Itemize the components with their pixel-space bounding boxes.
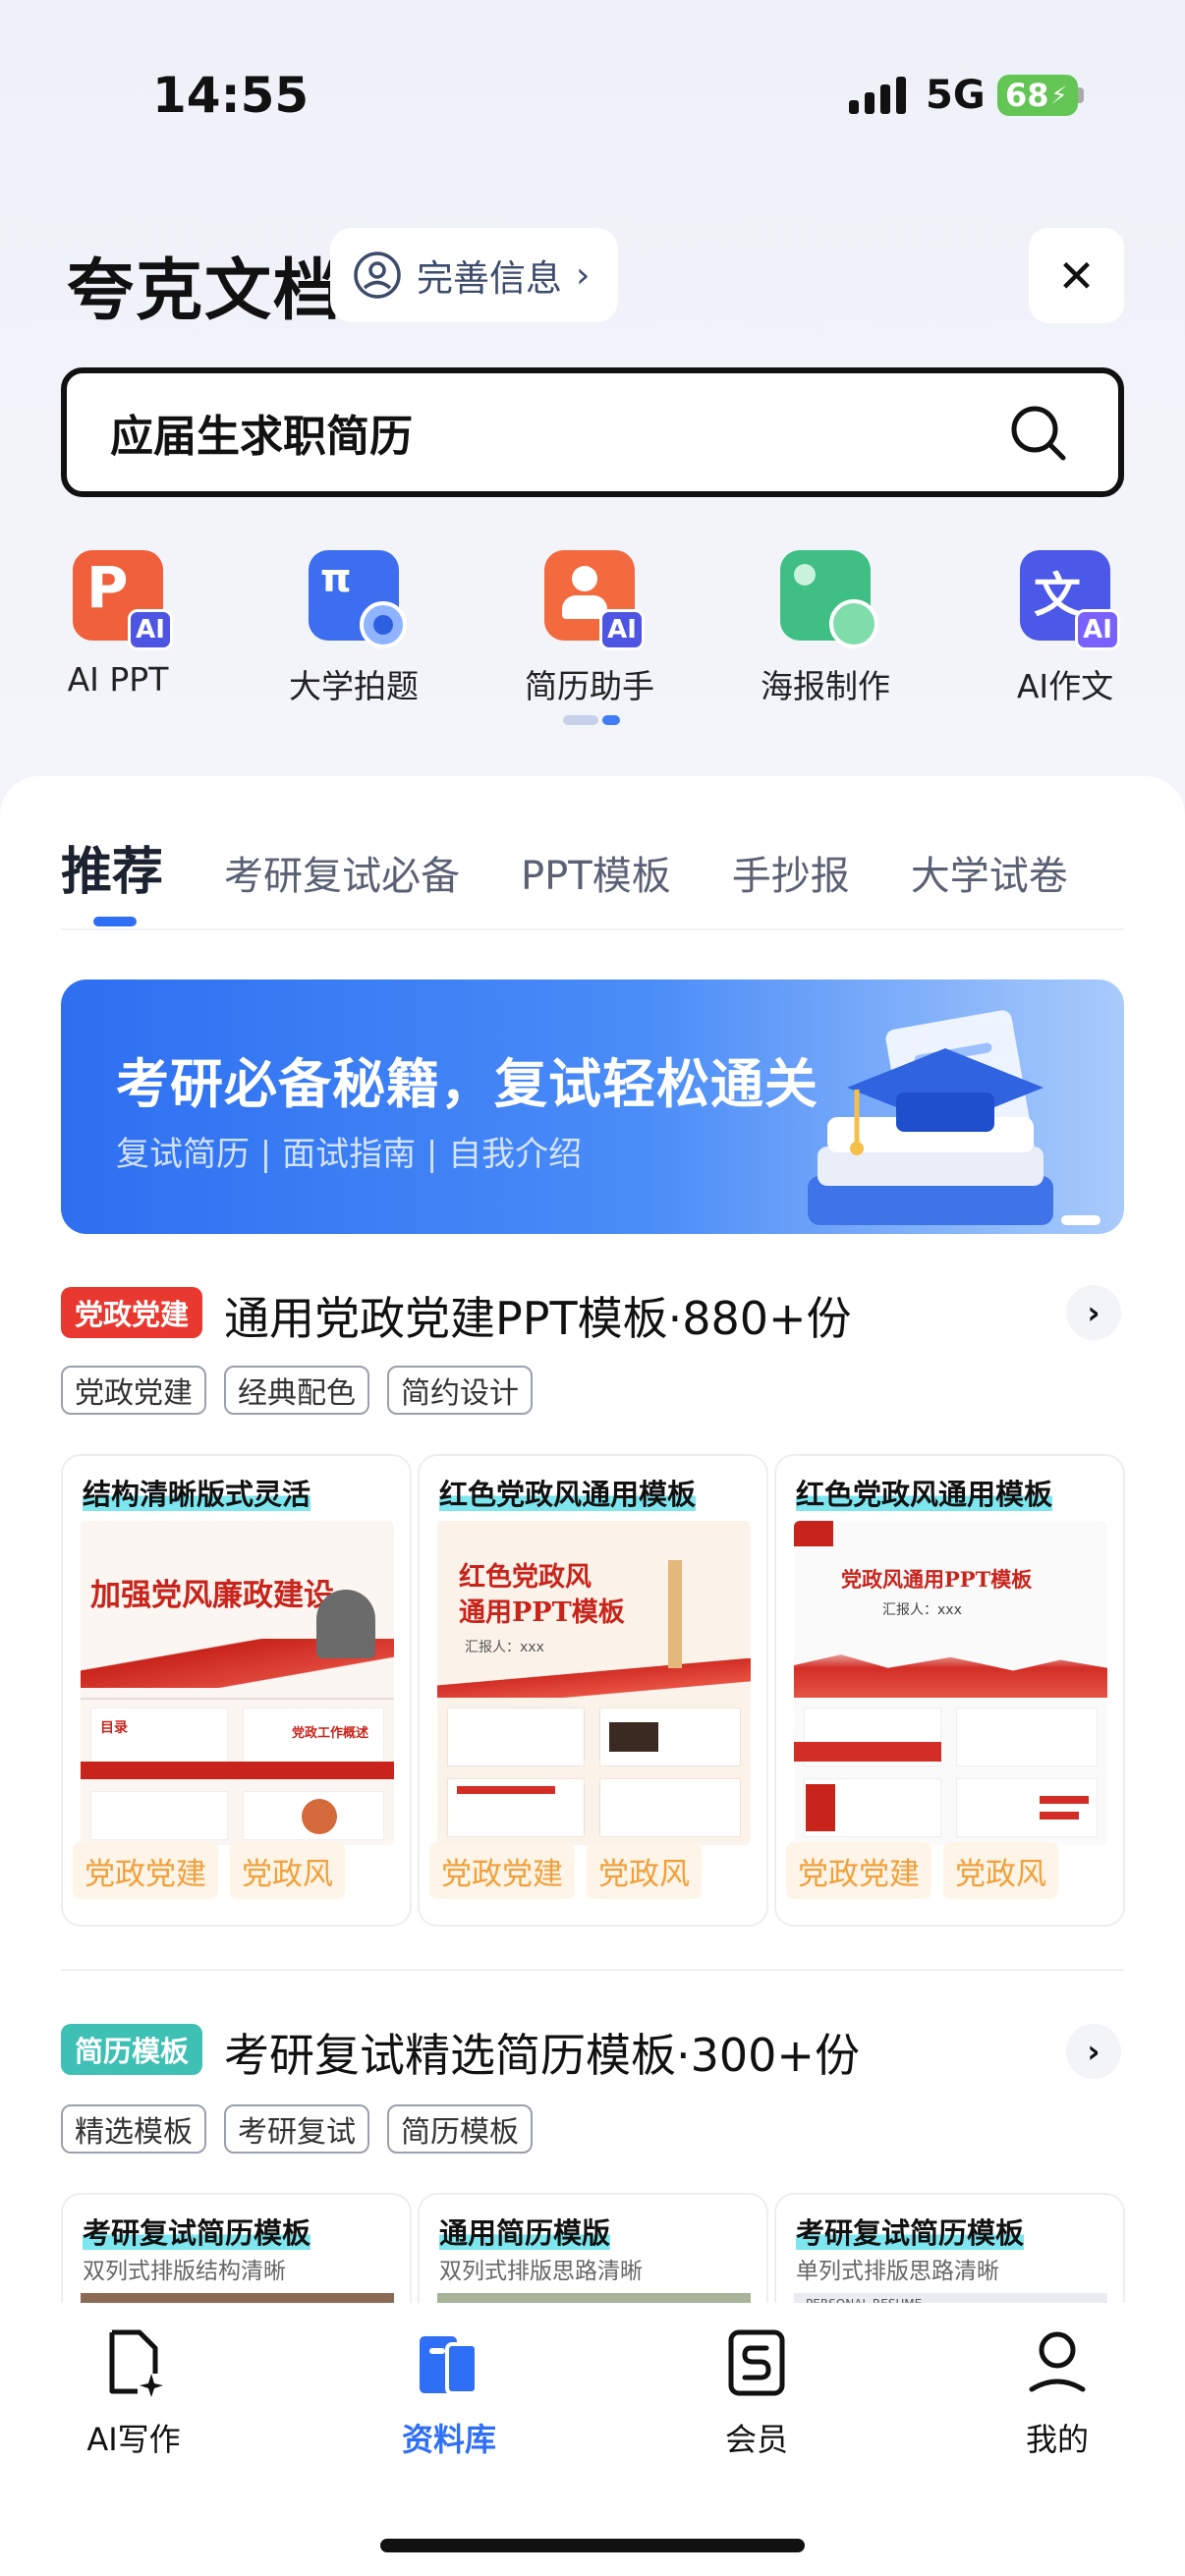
template-subtitle: 双列式排版思路清晰 (439, 2259, 643, 2284)
template-tag: 党政党建 (429, 1842, 575, 1899)
section-more-button[interactable]: › (1066, 1285, 1121, 1340)
template-title: 考研复试简历模板 (83, 2216, 311, 2250)
complete-profile-button[interactable]: 完善信息 › (330, 228, 618, 322)
poster-icon (780, 550, 878, 648)
template-thumbnail: 党政风通用PPT模板 汇报人：xxx (794, 1521, 1107, 1845)
template-title: 红色党政风通用模板 (796, 1478, 1053, 1511)
nav-label: 会员 (724, 2421, 788, 2458)
nav-label: AI写作 (86, 2421, 181, 2458)
template-tag: 党政风 (943, 1842, 1058, 1899)
template-title: 通用简历模版 (439, 2216, 611, 2250)
nav-ai-write[interactable]: AI写作 (45, 2328, 222, 2460)
tool-ai-ppt[interactable]: P AI AI PPT (20, 550, 216, 699)
complete-profile-label: 完善信息 (417, 257, 562, 300)
search-icon[interactable] (1008, 403, 1069, 464)
template-card[interactable]: 红色党政风通用模板 党政风通用PPT模板 汇报人：xxx 党政党建 党政风 (774, 1454, 1125, 1927)
chevron-right-icon: › (1087, 2033, 1100, 2070)
tool-label: 海报制作 (761, 667, 890, 705)
template-title: 红色党政风通用模板 (439, 1478, 697, 1511)
chevron-right-icon: › (576, 254, 591, 296)
template-card[interactable]: 红色党政风通用模板 红色党政风 通用PPT模板 汇报人：xxx 党政党建 党政风 (418, 1454, 768, 1927)
tool-resume-assistant[interactable]: AI 简历助手 (491, 550, 688, 707)
chip[interactable]: 简约设计 (387, 1366, 533, 1415)
battery-tip (1078, 87, 1084, 103)
template-title: 结构清晰版式灵活 (83, 1478, 311, 1511)
tab-college-exams[interactable]: 大学试卷 (911, 844, 1068, 901)
section-title[interactable]: 考研复试精选简历模板·300+份 (224, 2020, 860, 2085)
template-tag: 党政风 (230, 1842, 345, 1899)
close-icon: ✕ (1057, 249, 1096, 303)
status-time: 14:55 (152, 67, 310, 124)
category-tabs: 推荐 考研复试必备 PPT模板 手抄报 大学试卷 (61, 830, 1068, 904)
nav-label: 我的 (1025, 2421, 1089, 2458)
section-title[interactable]: 通用党政党建PPT模板·880+份 (224, 1283, 852, 1348)
template-tag: 党政党建 (73, 1842, 218, 1899)
nav-library[interactable]: 资料库 (361, 2328, 537, 2460)
library-icon (420, 2336, 479, 2395)
app-title: 夸克文档 (67, 252, 343, 330)
template-title: 考研复试简历模板 (796, 2216, 1025, 2250)
banner-title: 考研必备秘籍，复试轻松通关 (116, 1053, 818, 1115)
template-tags: 党政党建 党政风 (429, 1842, 702, 1899)
tool-label: 简历助手 (525, 667, 654, 705)
template-subtitle: 单列式排版思路清晰 (796, 2259, 999, 2284)
nav-label: 资料库 (401, 2421, 496, 2458)
nav-profile[interactable]: 我的 (969, 2328, 1146, 2460)
search-bar[interactable] (61, 367, 1124, 497)
template-tags: 党政党建 党政风 (73, 1842, 345, 1899)
template-tags: 党政党建 党政风 (786, 1842, 1058, 1899)
vip-icon (728, 2329, 785, 2396)
chip[interactable]: 简历模板 (387, 2104, 533, 2154)
user-circle-icon (354, 252, 401, 299)
battery-icon: 68 ⚡ (997, 75, 1078, 116)
chip[interactable]: 党政党建 (61, 1366, 206, 1415)
tool-ai-essay[interactable]: 文 AI AI作文 (967, 550, 1163, 707)
section-chips: 精选模板 考研复试 简历模板 (61, 2104, 533, 2154)
template-thumbnail: 红色党政风 通用PPT模板 汇报人：xxx (437, 1521, 751, 1845)
active-tab-indicator (93, 917, 137, 926)
search-input[interactable] (110, 407, 955, 458)
battery-level: 68 (1005, 77, 1049, 114)
chip[interactable]: 经典配色 (224, 1366, 369, 1415)
ai-write-icon (109, 2329, 163, 2397)
home-indicator[interactable] (380, 2539, 805, 2552)
template-subtitle: 双列式排版结构清晰 (83, 2259, 286, 2284)
chip[interactable]: 精选模板 (61, 2104, 206, 2154)
resume-icon: AI (544, 550, 645, 650)
tab-ppt-template[interactable]: PPT模板 (521, 844, 671, 901)
tab-recommend[interactable]: 推荐 (61, 830, 163, 904)
banner-subtitle: 复试简历 | 面试指南 | 自我介绍 (116, 1135, 583, 1174)
template-tag: 党政风 (587, 1842, 702, 1899)
close-button[interactable]: ✕ (1029, 228, 1124, 323)
section-divider (61, 1969, 1124, 1971)
signal-icon (849, 77, 908, 114)
section-chips: 党政党建 经典配色 简约设计 (61, 1366, 533, 1415)
camera-pi-icon: π (309, 550, 407, 648)
nav-vip[interactable]: 会员 (668, 2328, 845, 2460)
template-card[interactable]: 结构清晰版式灵活 加强党风廉政建设 目录 党政工作概述 党政党建 党政风 (61, 1454, 412, 1927)
tabs-divider (61, 928, 1124, 930)
promo-banner[interactable]: 考研必备秘籍，复试轻松通关 复试简历 | 面试指南 | 自我介绍 (61, 980, 1124, 1234)
tab-kaoyan[interactable]: 考研复试必备 (224, 844, 460, 901)
tool-label: AI PPT (67, 660, 169, 699)
profile-icon (1029, 2331, 1086, 2392)
template-thumbnail: 加强党风廉政建设 目录 党政工作概述 (81, 1521, 394, 1845)
section-tag: 党政党建 (61, 1287, 203, 1338)
section-tag: 简历模板 (61, 2024, 203, 2075)
section-more-button[interactable]: › (1066, 2024, 1121, 2079)
tab-handwritten-poster[interactable]: 手抄报 (732, 844, 850, 901)
tool-label: 大学拍题 (289, 667, 419, 705)
tool-poster-maker[interactable]: 海报制作 (727, 550, 924, 707)
tool-college-photo-search[interactable]: π 大学拍题 (255, 550, 452, 707)
chevron-right-icon: › (1087, 1294, 1100, 1331)
tool-label: AI作文 (1016, 667, 1114, 705)
essay-icon: 文 AI (1020, 550, 1120, 650)
template-tag: 党政党建 (786, 1842, 931, 1899)
ppt-icon: P AI (73, 550, 173, 650)
chip[interactable]: 考研复试 (224, 2104, 369, 2154)
tools-page-indicator (563, 715, 622, 725)
graduation-cap-books-illustration (808, 1010, 1100, 1225)
network-label: 5G (926, 73, 986, 118)
